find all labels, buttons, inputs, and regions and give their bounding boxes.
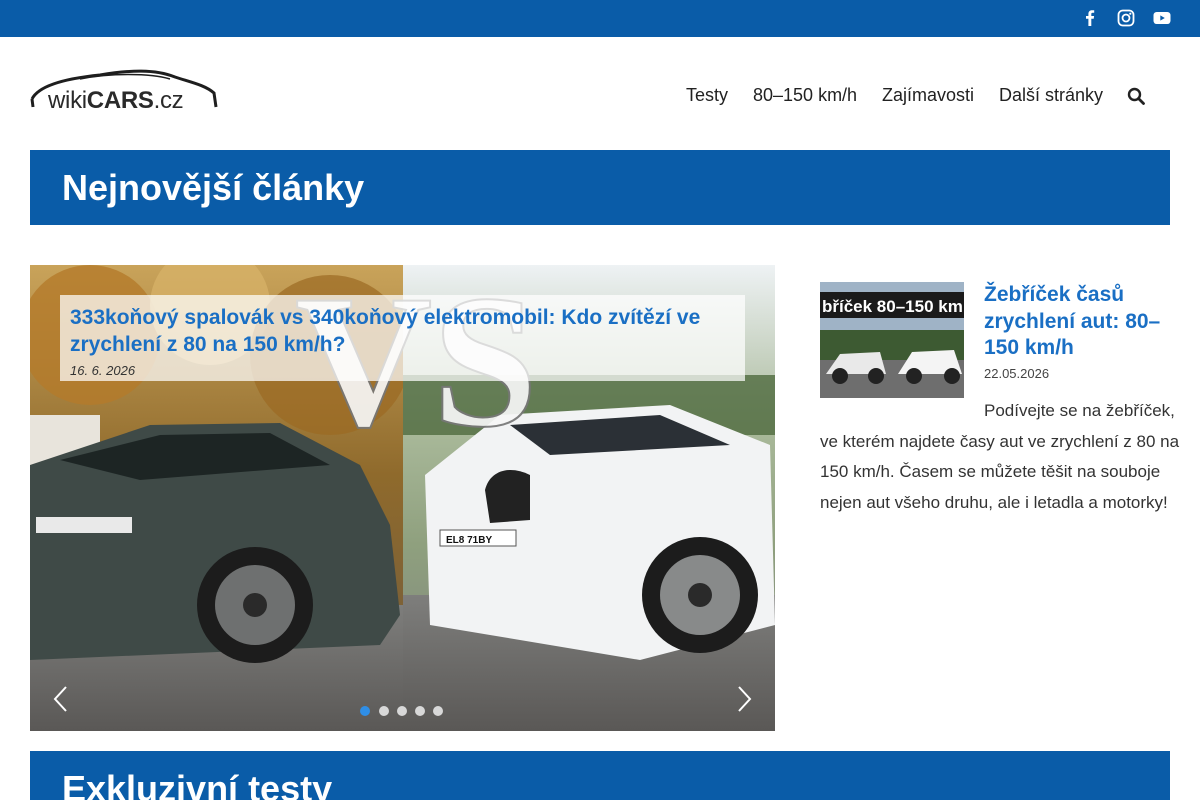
nav-item-zajimavosti[interactable]: Zajímavosti: [882, 85, 974, 106]
thumbnail-image: bříček 80–150 km: [820, 282, 964, 398]
site-logo[interactable]: wikiCARS.cz: [30, 67, 218, 119]
slider-prev-arrow[interactable]: [51, 684, 71, 714]
instagram-icon[interactable]: [1117, 9, 1135, 27]
nav-item-testy[interactable]: Testy: [686, 85, 728, 106]
slider-dot-1[interactable]: [360, 706, 370, 716]
section-title-latest: Nejnovější články: [62, 167, 365, 208]
side-article-date: 22.05.2026: [984, 366, 1050, 381]
slider-dot-4[interactable]: [415, 706, 425, 716]
slide-caption[interactable]: 333koňový spalovák vs 340koňový elektrom…: [60, 295, 745, 381]
latest-articles-band: Nejnovější články: [30, 150, 1170, 225]
slider-next-arrow[interactable]: [734, 684, 754, 714]
slide-title[interactable]: 333koňový spalovák vs 340koňový elektrom…: [70, 304, 735, 358]
search-icon[interactable]: [1127, 87, 1145, 105]
section-title-exclusive: Exkluzivní testy: [62, 768, 333, 809]
site-header: wikiCARS.cz Testy 80–150 km/h Zajímavost…: [0, 37, 1200, 150]
side-article-title[interactable]: Žebříček časů zrychlení aut: 80–150 km/h: [984, 282, 1174, 362]
nav-item-dalsi-stranky[interactable]: Další stránky: [999, 85, 1103, 106]
license-plate-text: EL8 71BY: [446, 535, 492, 546]
slider-dot-3[interactable]: [397, 706, 407, 716]
featured-slider[interactable]: EL8 71BY VS 333koňový spalovák vs 340koň…: [30, 265, 775, 731]
exclusive-tests-band: Exkluzivní testy: [30, 751, 1170, 809]
side-article-excerpt: Podívejte se na žebříček, ve kterém najd…: [820, 401, 1180, 512]
slide-date: 16. 6. 2026: [70, 363, 136, 378]
logo-text: wikiCARS.cz: [48, 87, 184, 114]
slider-dot-5[interactable]: [433, 706, 443, 716]
facebook-icon[interactable]: [1081, 9, 1099, 27]
slider-dot-2[interactable]: [379, 706, 389, 716]
side-article-thumbnail[interactable]: bříček 80–150 km: [820, 282, 964, 398]
thumbnail-text: bříček 80–150 km: [822, 297, 963, 316]
youtube-icon[interactable]: [1153, 9, 1171, 27]
top-social-bar: [0, 0, 1200, 37]
nav-item-80-150[interactable]: 80–150 km/h: [753, 85, 857, 106]
